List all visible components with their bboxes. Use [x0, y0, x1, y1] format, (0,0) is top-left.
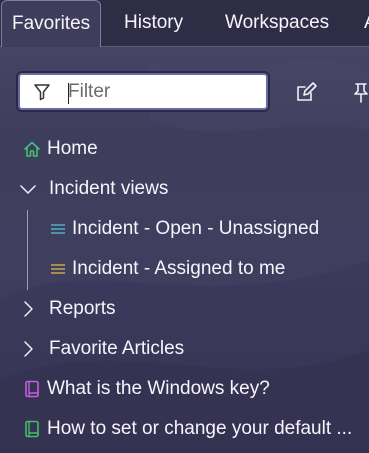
filter-icon — [34, 84, 50, 101]
tree-group-incident-views[interactable]: Incident views — [0, 174, 369, 204]
tree-item-incident-open-unassigned[interactable]: Incident - Open - Unassigned — [0, 214, 369, 244]
home-icon — [24, 141, 40, 157]
tree-item-label: How to set or change your default ... — [47, 418, 353, 439]
tree-item-label: Home — [47, 138, 98, 159]
list-icon — [51, 264, 65, 274]
tree-item-label: What is the Windows key? — [47, 378, 270, 399]
tree-group-label: Incident views — [49, 178, 169, 199]
chevron-down-icon[interactable] — [19, 180, 37, 198]
tree-item-label: Incident - Open - Unassigned — [72, 218, 320, 239]
chevron-right-icon[interactable] — [19, 300, 37, 318]
tree-item-article-windows-key[interactable]: What is the Windows key? — [0, 374, 369, 404]
pin-icon[interactable] — [350, 78, 369, 106]
chevron-right-icon[interactable] — [19, 340, 37, 358]
tree-group-favorite-articles[interactable]: Favorite Articles — [0, 334, 369, 364]
tab-workspaces[interactable]: Workspaces — [225, 0, 329, 46]
book-icon — [25, 380, 39, 398]
text-caret — [68, 83, 69, 104]
tab-overflow[interactable]: A — [364, 0, 369, 46]
tab-favorites[interactable]: Favorites — [1, 0, 102, 47]
tree-group-label: Favorite Articles — [49, 338, 185, 359]
tab-bar: Favorites History Workspaces A — [0, 0, 369, 47]
tree-item-home[interactable]: Home — [0, 134, 369, 164]
book-icon — [25, 420, 39, 438]
list-icon — [51, 224, 65, 234]
tree-item-label: Incident - Assigned to me — [72, 258, 286, 279]
tree-group-reports[interactable]: Reports — [0, 294, 369, 324]
tab-history[interactable]: History — [124, 0, 183, 46]
filter-input[interactable] — [68, 77, 258, 106]
tree-item-incident-assigned-to-me[interactable]: Incident - Assigned to me — [0, 254, 369, 284]
tree-item-article-default[interactable]: How to set or change your default ... — [0, 414, 369, 444]
edit-icon[interactable] — [292, 78, 320, 106]
filter-field[interactable] — [18, 73, 268, 110]
tree-group-label: Reports — [49, 298, 116, 319]
